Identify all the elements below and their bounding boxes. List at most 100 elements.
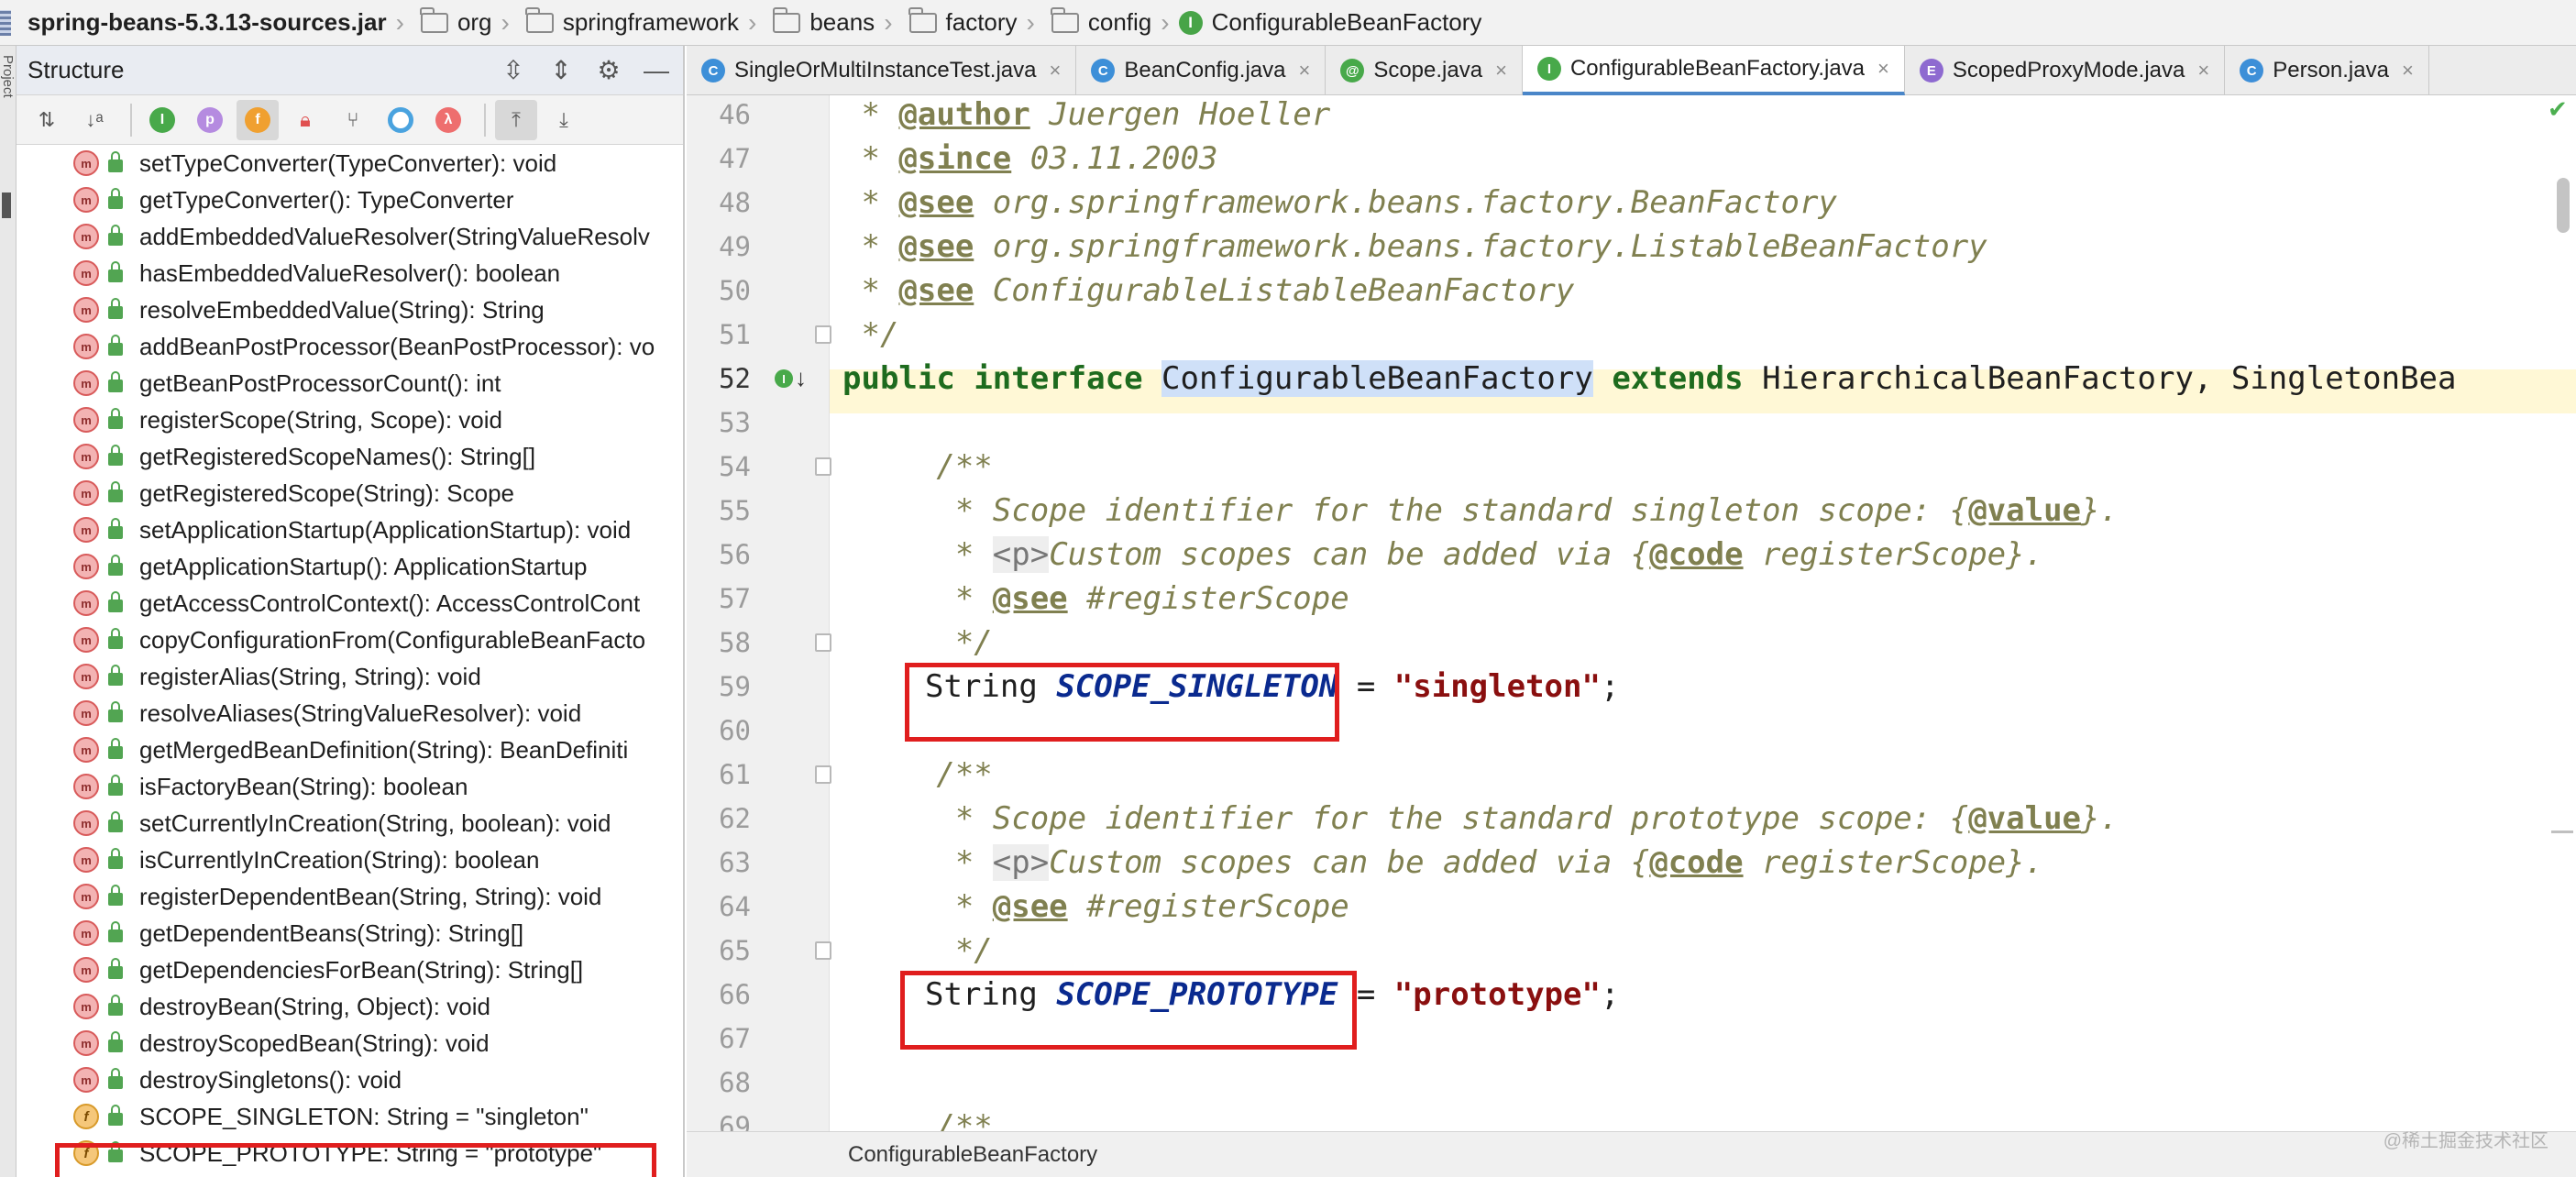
line-number: 55 bbox=[719, 495, 751, 526]
project-tool-tab[interactable]: Project bbox=[0, 55, 16, 165]
fold-marker-icon[interactable] bbox=[815, 633, 831, 652]
editor-tab[interactable]: I ConfigurableBeanFactory.java × bbox=[1522, 46, 1905, 95]
structure-method-item[interactable]: m getDependentBeans(String): String[] bbox=[17, 915, 685, 952]
autoscroll-to-source-icon[interactable]: ⤒ bbox=[495, 99, 537, 140]
close-tab-icon[interactable]: × bbox=[1049, 59, 1061, 82]
close-tab-icon[interactable]: × bbox=[1298, 59, 1310, 82]
breadcrumb-folder-config[interactable]: config bbox=[1040, 6, 1155, 37]
doc-text: }. bbox=[2081, 492, 2119, 529]
code-editor[interactable]: 46 47 48 49 50 51 52 I ↓ 53 54 55 56 57 58 59 60 61 62 63 64… bbox=[687, 95, 2576, 1131]
close-tab-icon[interactable]: × bbox=[2402, 59, 2414, 82]
editor-tab[interactable]: C BeanConfig.java × bbox=[1076, 46, 1327, 95]
structure-method-item[interactable]: m setTypeConverter(TypeConverter): void bbox=[17, 145, 685, 182]
fold-marker-icon[interactable] bbox=[815, 325, 831, 344]
structure-item-label: getBeanPostProcessorCount(): int bbox=[139, 368, 501, 397]
code-line-52: public interface ConfigurableBeanFactory… bbox=[842, 357, 2457, 401]
implementations-gutter-icon[interactable]: I bbox=[775, 369, 793, 388]
structure-method-item[interactable]: m addBeanPostProcessor(BeanPostProcessor)… bbox=[17, 328, 685, 365]
autoscroll-from-source-icon[interactable]: ⤓ bbox=[543, 100, 585, 140]
show-fields-icon[interactable]: f bbox=[237, 99, 279, 140]
file-type-icon: I bbox=[1536, 57, 1561, 81]
show-anonymous-icon[interactable]: ⑂ bbox=[332, 100, 374, 140]
structure-method-item[interactable]: m isCurrentlyInCreation(String): boolean bbox=[17, 842, 685, 878]
gear-icon[interactable]: ⚙ bbox=[588, 52, 630, 89]
editor-tab[interactable]: E ScopedProxyMode.java × bbox=[1905, 46, 2226, 95]
show-lambdas-icon[interactable]: λ bbox=[427, 100, 469, 140]
editor-tab[interactable]: C Person.java × bbox=[2225, 46, 2429, 95]
show-inherited-icon[interactable]: I bbox=[141, 100, 183, 140]
editor-tabs: C SingleOrMultiInstanceTest.java × C BeanCon… bbox=[687, 46, 2576, 95]
sort-by-type-icon[interactable]: ⇅ bbox=[26, 100, 68, 140]
structure-method-item[interactable]: m getDependenciesForBean(String): String[… bbox=[17, 952, 685, 988]
structure-method-item[interactable]: m setCurrentlyInCreation(String, boolean)… bbox=[17, 805, 685, 842]
tab-label: ConfigurableBeanFactory.java bbox=[1569, 56, 1866, 81]
structure-method-item[interactable]: m setApplicationStartup(ApplicationStartu… bbox=[17, 512, 685, 548]
down-arrow-icon[interactable]: ↓ bbox=[795, 364, 807, 392]
structure-field-item[interactable]: f SCOPE_SINGLETON: String = "singleton" bbox=[17, 1098, 685, 1135]
breadcrumb-folder-beans[interactable]: beans bbox=[762, 6, 878, 37]
show-properties-icon[interactable]: p bbox=[189, 100, 231, 140]
breadcrumb-file[interactable]: I ConfigurableBeanFactory bbox=[1175, 8, 1486, 37]
editor-breadcrumb-label[interactable]: ConfigurableBeanFactory bbox=[848, 1142, 1097, 1168]
structure-method-item[interactable]: m resolveEmbeddedValue(String): String bbox=[17, 292, 685, 328]
minimize-icon[interactable]: — bbox=[635, 52, 677, 89]
structure-method-item[interactable]: m getBeanPostProcessorCount(): int bbox=[17, 365, 685, 402]
public-access-icon bbox=[108, 445, 123, 466]
structure-method-item[interactable]: m getTypeConverter(): TypeConverter bbox=[17, 182, 685, 218]
expand-all-icon[interactable]: ⇳ bbox=[492, 52, 534, 89]
doc-text: org.springframework.beans.factory.BeanFa… bbox=[974, 184, 1837, 221]
doc-text: org.springframework.beans.factory.Listab… bbox=[974, 228, 1987, 265]
structure-method-item[interactable]: m registerDependentBean(String, String): … bbox=[17, 878, 685, 915]
breadcrumb-folder-factory[interactable]: factory bbox=[898, 6, 1021, 37]
line-number: 58 bbox=[719, 627, 751, 658]
code-line-46: * @author Juergen Hoeller bbox=[842, 95, 1330, 137]
method-icon: m bbox=[73, 187, 99, 213]
structure-method-item[interactable]: m getAccessControlContext(): AccessContro… bbox=[17, 585, 685, 622]
html-tag: <p> bbox=[992, 844, 1050, 881]
breadcrumb-folder-org[interactable]: org bbox=[410, 6, 496, 37]
structure-method-item[interactable]: m hasEmbeddedValueResolver(): boolean bbox=[17, 255, 685, 292]
fold-marker-icon[interactable] bbox=[815, 765, 831, 784]
structure-method-item[interactable]: m addEmbeddedValueResolver(StringValueRes… bbox=[17, 218, 685, 255]
structure-method-item[interactable]: m copyConfigurationFrom(ConfigurableBeanF… bbox=[17, 622, 685, 658]
javadoc-tag: @value bbox=[1968, 492, 2082, 529]
structure-method-item[interactable]: m getRegisteredScopeNames(): String[] bbox=[17, 438, 685, 475]
sort-alphabetically-icon[interactable]: ↓ᵃ bbox=[73, 100, 116, 140]
fold-marker-icon[interactable] bbox=[815, 941, 831, 960]
doc-text: /** bbox=[842, 448, 993, 485]
structure-method-item[interactable]: m resolveAliases(StringValueResolver): vo… bbox=[17, 695, 685, 732]
structure-method-item[interactable]: m getApplicationStartup(): ApplicationSta… bbox=[17, 548, 685, 585]
show-anonymous-class-icon[interactable] bbox=[380, 100, 422, 140]
close-tab-icon[interactable]: × bbox=[1877, 57, 1889, 81]
breadcrumb-folder-springframework[interactable]: springframework bbox=[515, 6, 743, 37]
editor-tab[interactable]: C SingleOrMultiInstanceTest.java × bbox=[687, 46, 1077, 95]
doc-prefix: * Scope identifier for the standard prot… bbox=[842, 800, 1969, 837]
show-non-public-icon[interactable]: 🔒︎ bbox=[284, 100, 326, 140]
breadcrumb-jar[interactable]: spring-beans-5.3.13-sources.jar bbox=[0, 8, 391, 37]
line-number: 49 bbox=[719, 231, 751, 262]
structure-method-item[interactable]: m destroyScopedBean(String): void bbox=[17, 1025, 685, 1062]
method-icon: m bbox=[73, 370, 99, 396]
collapse-all-icon[interactable]: ⇕ bbox=[540, 52, 582, 89]
structure-item-label: destroySingletons(): void bbox=[139, 1065, 402, 1094]
doc-prefix: * Scope identifier for the standard sing… bbox=[842, 492, 1969, 529]
structure-method-item[interactable]: m getMergedBeanDefinition(String): BeanDe… bbox=[17, 732, 685, 768]
method-icon: m bbox=[73, 737, 99, 763]
structure-method-item[interactable]: m destroySingletons(): void bbox=[17, 1062, 685, 1098]
structure-method-item[interactable]: m getRegisteredScope(String): Scope bbox=[17, 475, 685, 512]
close-tab-icon[interactable]: × bbox=[1495, 59, 1507, 82]
interface-name[interactable]: ConfigurableBeanFactory bbox=[1161, 360, 1593, 397]
close-tab-icon[interactable]: × bbox=[2197, 59, 2209, 82]
inspection-ok-icon[interactable]: ✔ bbox=[2548, 95, 2568, 124]
structure-method-item[interactable]: m destroyBean(String, Object): void bbox=[17, 988, 685, 1025]
structure-method-item[interactable]: m isFactoryBean(String): boolean bbox=[17, 768, 685, 805]
structure-method-item[interactable]: m registerAlias(String, String): void bbox=[17, 658, 685, 695]
method-icon: m bbox=[73, 920, 99, 946]
structure-method-item[interactable]: m registerScope(String, Scope): void bbox=[17, 402, 685, 438]
public-access-icon bbox=[108, 1068, 123, 1089]
vertical-scrollbar[interactable] bbox=[2557, 178, 2570, 233]
folder-icon bbox=[420, 6, 448, 33]
editor-tab[interactable]: @ Scope.java × bbox=[1326, 46, 1523, 95]
fold-marker-icon[interactable] bbox=[815, 457, 831, 476]
structure-item-label: getRegisteredScope(String): Scope bbox=[139, 478, 515, 507]
